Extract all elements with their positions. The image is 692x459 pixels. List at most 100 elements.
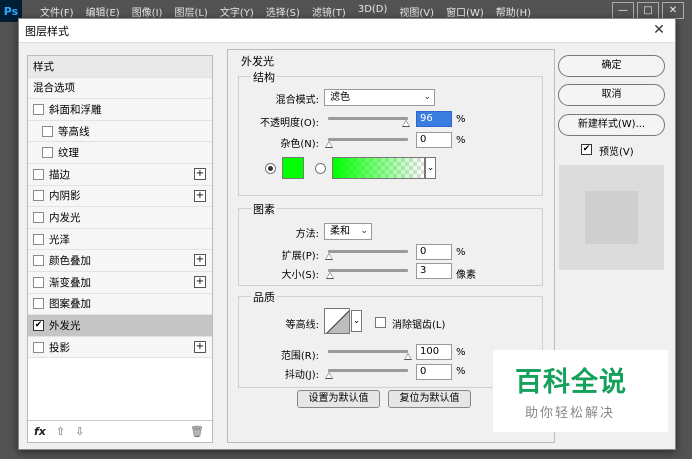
style-item[interactable]: 纹理 — [28, 142, 212, 164]
spread-slider-handle[interactable] — [325, 253, 333, 260]
gradient-radio[interactable] — [315, 163, 326, 174]
glow-color-swatch[interactable] — [282, 157, 304, 179]
add-icon[interactable]: + — [194, 167, 206, 180]
noise-slider-handle[interactable] — [325, 141, 333, 148]
style-item-label: 描边 — [49, 168, 70, 181]
trash-icon[interactable]: 🗑 — [190, 425, 204, 438]
menu-item[interactable]: 视图(V) — [399, 4, 434, 19]
add-icon[interactable]: + — [194, 254, 206, 267]
style-item[interactable]: 投影 + — [28, 336, 212, 359]
style-item[interactable]: ✔ 外发光 — [28, 315, 212, 337]
move-down-icon[interactable]: ⇩ — [75, 425, 84, 438]
cancel-button[interactable]: 取消 — [558, 84, 665, 106]
spread-slider[interactable] — [328, 250, 408, 253]
structure-title: 结构 — [251, 69, 277, 85]
panel-title: 外发光 — [241, 55, 274, 68]
fx-icon[interactable]: fx — [34, 425, 46, 438]
method-select[interactable]: 柔和 ⌄ — [324, 223, 372, 240]
range-input[interactable]: 100 — [416, 344, 452, 360]
opacity-slider-handle[interactable] — [402, 120, 410, 127]
style-item-checkbox[interactable] — [33, 233, 44, 245]
watermark: 百科全说 助你轻松解决 — [493, 350, 668, 432]
new-style-button[interactable]: 新建样式(W)... — [558, 114, 665, 136]
jitter-input[interactable]: 0 — [416, 364, 452, 380]
style-item[interactable]: 光泽 — [28, 228, 212, 251]
style-list-header[interactable]: 样式 — [28, 56, 212, 78]
reset-default-button[interactable]: 复位为默认值 — [388, 390, 471, 408]
chevron-down-icon: ⌄ — [360, 226, 368, 236]
antialias-checkbox[interactable] — [375, 317, 386, 328]
style-item[interactable]: 图案叠加 — [28, 293, 212, 316]
opacity-slider[interactable] — [328, 117, 408, 120]
style-item[interactable]: 渐变叠加 + — [28, 271, 212, 294]
menu-item[interactable]: 帮助(H) — [496, 4, 531, 19]
style-item-checkbox[interactable] — [33, 211, 44, 223]
contour-chevron-down-icon[interactable]: ⌄ — [351, 310, 362, 332]
style-item-label: 等高线 — [58, 125, 90, 138]
style-item-checkbox[interactable] — [33, 168, 44, 180]
style-item-label: 图案叠加 — [49, 298, 91, 311]
style-item[interactable]: 描边 + — [28, 163, 212, 186]
elements-group: 图素 方法: 柔和 ⌄ 扩展(P): 0 % 大小(S): 3 像素 — [238, 201, 543, 286]
size-slider[interactable] — [328, 269, 408, 272]
size-label: 大小(S): — [281, 270, 319, 281]
noise-slider[interactable] — [328, 138, 408, 141]
style-item-checkbox[interactable]: ✔ — [33, 319, 44, 331]
style-item[interactable]: 内发光 — [28, 207, 212, 229]
style-item[interactable]: 等高线 — [28, 120, 212, 143]
noise-input[interactable]: 0 — [416, 132, 452, 148]
style-item-checkbox[interactable] — [42, 125, 53, 137]
opacity-label: 不透明度(O): — [259, 118, 319, 129]
spread-input[interactable]: 0 — [416, 244, 452, 260]
range-slider-handle[interactable] — [404, 353, 412, 360]
menu-item[interactable]: 窗口(W) — [446, 4, 484, 19]
style-item[interactable]: 颜色叠加 + — [28, 250, 212, 272]
style-item-checkbox[interactable] — [42, 147, 53, 159]
size-input[interactable]: 3 — [416, 263, 452, 279]
menu-item[interactable]: 图层(L) — [174, 4, 207, 19]
blending-options[interactable]: 混合选项 — [28, 77, 212, 100]
menu-item[interactable]: 图像(I) — [132, 4, 163, 19]
jitter-slider-handle[interactable] — [325, 372, 333, 379]
range-slider[interactable] — [328, 350, 408, 353]
style-item-label: 光泽 — [49, 233, 70, 246]
menu-item[interactable]: 选择(S) — [266, 4, 300, 19]
jitter-label: 抖动(J): — [284, 370, 319, 381]
style-item[interactable]: 内阴影 + — [28, 185, 212, 208]
style-item-checkbox[interactable] — [33, 103, 44, 115]
add-icon[interactable]: + — [194, 275, 206, 288]
ok-button[interactable]: 确定 — [558, 55, 665, 77]
opacity-input[interactable]: 96 — [416, 111, 452, 127]
add-icon[interactable]: + — [194, 189, 206, 202]
blend-mode-select[interactable]: 滤色 ⌄ — [324, 89, 435, 106]
antialias-label: 消除锯齿(L) — [392, 320, 446, 331]
menu-item[interactable]: 编辑(E) — [86, 4, 120, 19]
style-item-checkbox[interactable] — [33, 298, 44, 310]
size-slider-handle[interactable] — [326, 272, 334, 279]
menu-item[interactable]: 滤镜(T) — [312, 4, 346, 19]
contour-preview[interactable] — [324, 308, 350, 334]
chevron-down-icon: ⌄ — [423, 92, 431, 102]
menu-item[interactable]: 3D(D) — [358, 4, 388, 19]
glow-gradient-swatch[interactable] — [332, 157, 425, 179]
jitter-slider[interactable] — [328, 369, 408, 372]
minimize-icon[interactable]: — — [612, 2, 634, 19]
style-item-checkbox[interactable] — [33, 276, 44, 288]
style-item-checkbox[interactable] — [33, 341, 44, 353]
menu-item[interactable]: 文字(Y) — [220, 4, 254, 19]
close-icon[interactable]: ✕ — [651, 22, 667, 38]
style-item-checkbox[interactable] — [33, 255, 44, 267]
move-up-icon[interactable]: ⇧ — [56, 425, 65, 438]
style-item-checkbox[interactable] — [33, 190, 44, 202]
preview-checkbox[interactable]: ✔ — [581, 144, 592, 155]
style-list-footer: fx ⇧ ⇩ 🗑 — [28, 420, 212, 442]
add-icon[interactable]: + — [194, 340, 206, 353]
set-default-button[interactable]: 设置为默认值 — [297, 390, 380, 408]
gradient-chevron-down-icon[interactable]: ⌄ — [425, 157, 436, 179]
maximize-icon[interactable]: □ — [637, 2, 659, 19]
solid-color-radio[interactable] — [265, 163, 276, 174]
close-window-icon[interactable]: ✕ — [662, 2, 684, 19]
menu-item[interactable]: 文件(F) — [40, 4, 74, 19]
style-item[interactable]: 斜面和浮雕 — [28, 99, 212, 121]
blend-mode-value: 滤色 — [330, 92, 350, 103]
